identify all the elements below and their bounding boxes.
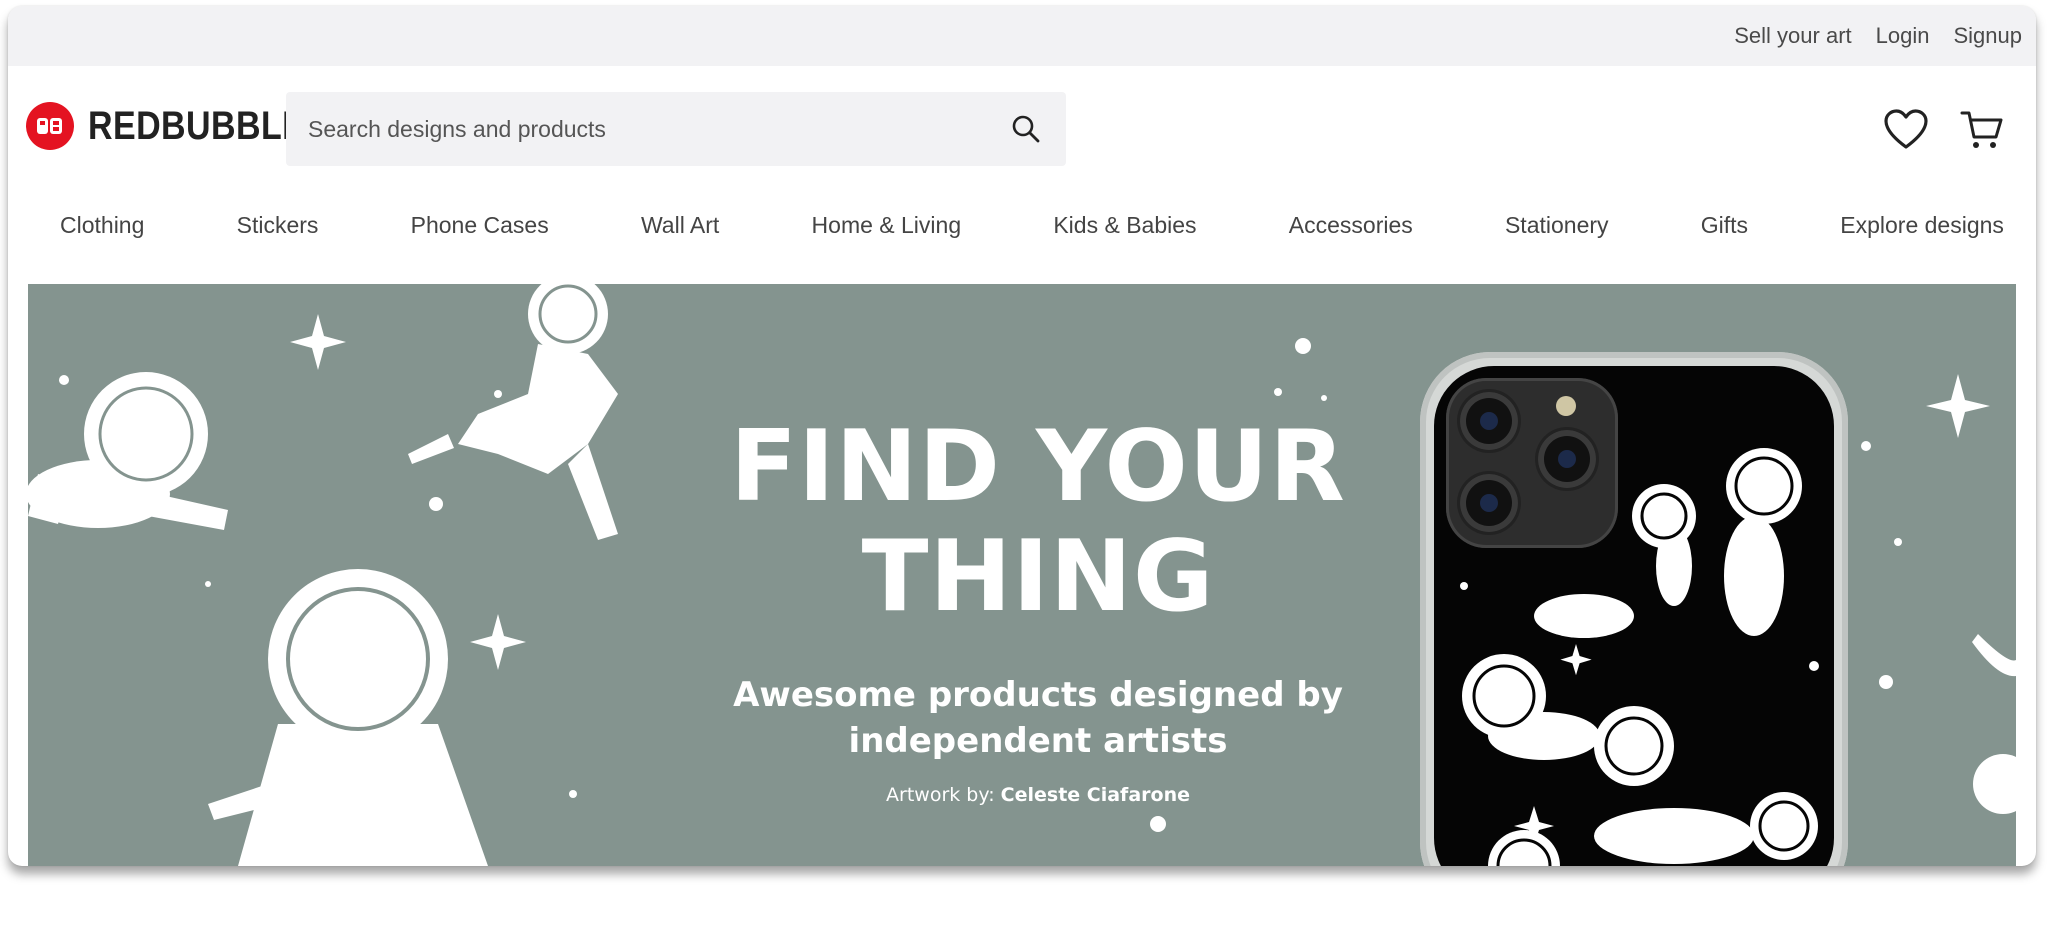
phone-case-product[interactable]	[1420, 352, 1848, 866]
nav-kids-babies[interactable]: Kids & Babies	[1053, 212, 1196, 239]
header-icons	[1882, 106, 2006, 154]
nav-wall-art[interactable]: Wall Art	[641, 212, 719, 239]
redbubble-logo-icon	[26, 102, 74, 150]
browser-frame: Sell your art Login Signup REDBUBBLE Sea…	[8, 6, 2036, 866]
camera-lens-icon	[1460, 392, 1518, 450]
nav-accessories[interactable]: Accessories	[1289, 212, 1413, 239]
search-icon[interactable]	[1008, 111, 1044, 147]
site-header: REDBUBBLE	[8, 66, 2036, 192]
category-nav: Clothing Stickers Phone Cases Wall Art H…	[8, 192, 2036, 284]
utility-bar: Sell your art Login Signup	[8, 6, 2036, 66]
search-input[interactable]	[308, 115, 1008, 143]
nav-home-living[interactable]: Home & Living	[812, 212, 962, 239]
hero-banner[interactable]: FIND YOUR THING Awesome products designe…	[28, 284, 2016, 866]
nav-stickers[interactable]: Stickers	[237, 212, 319, 239]
signup-link[interactable]: Signup	[1953, 23, 2022, 49]
flash-icon	[1556, 396, 1576, 416]
nav-phone-cases[interactable]: Phone Cases	[411, 212, 549, 239]
nav-explore-designs[interactable]: Explore designs	[1840, 212, 2004, 239]
camera-module	[1446, 378, 1618, 548]
nav-clothing[interactable]: Clothing	[60, 212, 144, 239]
heart-icon[interactable]	[1882, 106, 1930, 154]
brand-name: REDBUBBLE	[88, 103, 306, 148]
login-link[interactable]: Login	[1876, 23, 1930, 49]
sell-your-art-link[interactable]: Sell your art	[1734, 23, 1851, 49]
cart-icon[interactable]	[1958, 106, 2006, 154]
nav-gifts[interactable]: Gifts	[1701, 212, 1748, 239]
camera-lens-icon	[1538, 430, 1596, 488]
search-bar	[286, 92, 1066, 166]
camera-lens-icon	[1460, 474, 1518, 532]
phone-case-print	[1434, 366, 1834, 866]
nav-stationery[interactable]: Stationery	[1505, 212, 1609, 239]
